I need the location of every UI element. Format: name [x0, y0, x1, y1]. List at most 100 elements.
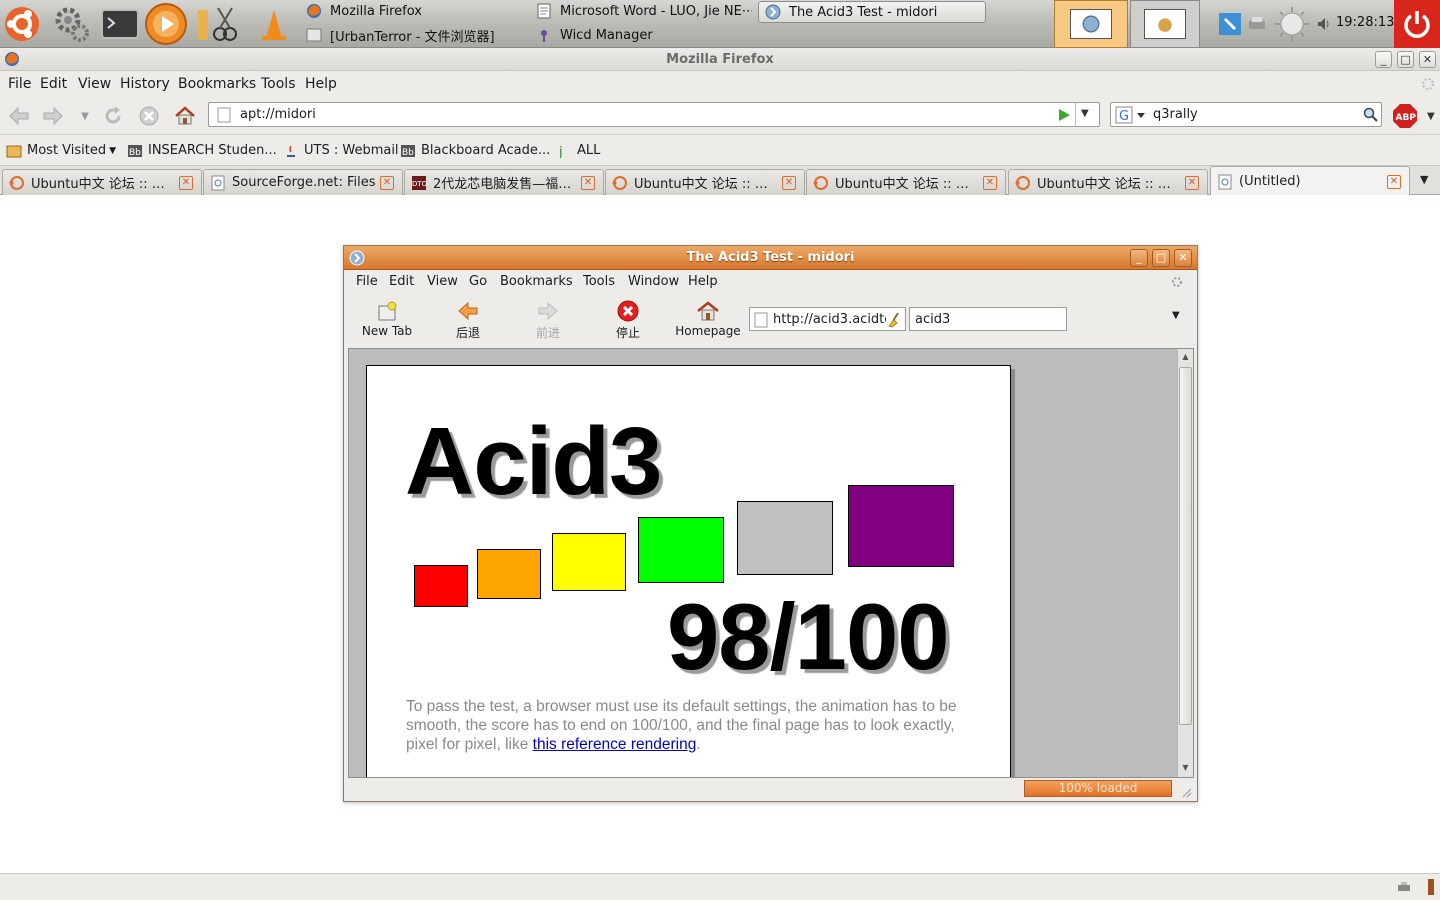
scroll-up-icon[interactable]: ▲ — [1179, 350, 1192, 363]
menu-file[interactable]: File — [356, 274, 378, 289]
network-icon[interactable] — [1212, 0, 1246, 48]
close-tab-icon[interactable]: ✕ — [179, 175, 193, 190]
tab-ubuntu-search[interactable]: Ubuntu中文 论坛 :: 搜索 ✕ — [2, 169, 202, 195]
menu-help[interactable]: Help — [305, 76, 337, 92]
task-firefox[interactable]: Mozilla Firefox — [300, 0, 530, 22]
java-icon — [287, 145, 295, 157]
menu-tools[interactable]: Tools — [261, 76, 296, 92]
tab-ubuntu-read-2[interactable]: Ubuntu中文 论坛 :: 阅读⋯ ✕ — [806, 169, 1006, 195]
menu-go[interactable]: Go — [469, 274, 487, 289]
toolbar-overflow-icon[interactable]: ▼ — [1172, 310, 1180, 321]
tab-sourceforge[interactable]: SourceForge.net: Files ✕ — [203, 169, 403, 195]
close-tab-icon[interactable]: ✕ — [380, 175, 394, 190]
reload-icon[interactable] — [100, 103, 126, 129]
stop-icon[interactable] — [136, 103, 162, 129]
workspace-1[interactable] — [1054, 0, 1128, 48]
history-dropdown-icon[interactable]: ▼ — [72, 103, 98, 129]
printer-icon[interactable] — [1246, 0, 1268, 48]
close-button[interactable]: ✕ — [1174, 249, 1192, 267]
midori-search-bar[interactable]: acid3 — [909, 307, 1067, 331]
workspace-2[interactable] — [1130, 0, 1200, 48]
maximize-button[interactable]: □ — [1152, 249, 1170, 267]
midori-url-bar[interactable]: http://acid3.acidtests.org/ — [749, 307, 906, 331]
system-settings-icon[interactable] — [50, 2, 94, 46]
search-icon[interactable] — [1363, 107, 1379, 123]
back-arrow-icon — [458, 301, 478, 321]
shutdown-icon[interactable] — [1394, 0, 1440, 48]
home-icon[interactable] — [172, 103, 198, 129]
stop-button[interactable]: 停止 — [593, 300, 663, 341]
scroll-down-icon[interactable]: ▼ — [1179, 761, 1192, 774]
search-text[interactable]: acid3 — [915, 312, 950, 327]
url-bar[interactable]: apt://midori ▼ — [208, 102, 1100, 127]
close-tab-icon[interactable]: ✕ — [983, 175, 997, 190]
task-file-browser[interactable]: [UrbanTerror - 文件浏览器] — [300, 24, 530, 46]
clock[interactable]: 19:28:13 — [1336, 15, 1394, 30]
brightness-icon[interactable] — [1270, 0, 1314, 48]
menu-tools[interactable]: Tools — [583, 274, 615, 289]
media-player-icon[interactable] — [144, 2, 188, 46]
homepage-button[interactable]: Homepage — [673, 300, 743, 338]
new-tab-button[interactable]: New Tab — [352, 300, 422, 338]
menu-help[interactable]: Help — [688, 274, 718, 289]
tab-list-dropdown-icon[interactable]: ▼ — [1420, 173, 1428, 186]
minimize-button[interactable]: _ — [1130, 249, 1148, 267]
adblock-dropdown-icon[interactable]: ▼ — [1427, 111, 1435, 122]
midori-web-view[interactable]: Acid3 98/100 To pass the test, a browser… — [348, 348, 1194, 778]
minimize-button[interactable]: _ — [1375, 51, 1392, 68]
search-bar[interactable]: G q3rally — [1110, 102, 1382, 127]
bookmark-label: Blackboard Acade... — [421, 143, 551, 158]
close-tab-icon[interactable]: ✕ — [1185, 175, 1199, 190]
vlc-icon[interactable] — [252, 2, 296, 46]
ubuntu-menu-icon[interactable] — [0, 2, 44, 46]
tab-untitled[interactable]: (Untitled) ✕ — [1210, 166, 1410, 196]
menu-bookmarks[interactable]: Bookmarks — [500, 274, 573, 289]
scrollbar-thumb[interactable] — [1179, 367, 1192, 725]
accessories-icon[interactable] — [194, 2, 238, 46]
svg-text:DTO: DTO — [412, 180, 427, 188]
reference-rendering-link[interactable]: this reference rendering — [533, 736, 697, 753]
tab-ubuntu-read-3[interactable]: Ubuntu中文 论坛 :: 阅读⋯ ✕ — [1008, 169, 1208, 195]
resize-grip-icon[interactable] — [1180, 786, 1192, 798]
back-button[interactable]: 后退 — [433, 300, 503, 341]
menu-view[interactable]: View — [78, 76, 111, 92]
back-icon[interactable] — [6, 103, 32, 129]
close-tab-icon[interactable]: ✕ — [581, 175, 595, 190]
wicd-icon — [541, 30, 547, 42]
menu-window[interactable]: Window — [628, 274, 679, 289]
menu-edit[interactable]: Edit — [40, 76, 67, 92]
bookmark-all[interactable]: j ALL — [556, 143, 600, 158]
maximize-button[interactable]: □ — [1397, 51, 1414, 68]
forward-button[interactable]: 前进 — [513, 300, 583, 341]
menu-file[interactable]: File — [8, 76, 31, 92]
volume-icon[interactable] — [1314, 0, 1334, 48]
midori-toolbar: New Tab 后退 前进 停止 Homepage http://acid3.a… — [344, 294, 1197, 346]
menu-bookmarks[interactable]: Bookmarks — [178, 76, 256, 92]
terminal-icon[interactable] — [98, 2, 142, 46]
bookmark-uts-webmail[interactable]: UTS : Webmail — [283, 143, 399, 158]
tab-loongson[interactable]: DTO 2代龙芯电脑发售—福珑2F... ✕ — [404, 169, 604, 195]
forward-icon[interactable] — [40, 103, 66, 129]
bookmark-blackboard[interactable]: Bb Blackboard Acade... — [400, 143, 550, 158]
bookmark-most-visited[interactable]: Most Visited ▼ — [6, 143, 116, 158]
adblock-icon[interactable]: ABP — [1392, 103, 1418, 129]
task-midori[interactable]: The Acid3 Test - midori — [758, 1, 986, 23]
task-wicd[interactable]: Wicd Manager — [530, 24, 752, 46]
search-text[interactable]: q3rally — [1153, 107, 1198, 122]
task-word[interactable]: Microsoft Word - LUO, Jie NE⋯ — [530, 0, 752, 22]
vertical-scrollbar[interactable]: ▲ ▼ — [1177, 349, 1193, 777]
close-tab-icon[interactable]: ✕ — [1387, 174, 1401, 189]
menu-view[interactable]: View — [427, 274, 458, 289]
url-text[interactable]: apt://midori — [240, 107, 316, 122]
menu-edit[interactable]: Edit — [389, 274, 414, 289]
url-dropdown-icon[interactable]: ▼ — [1081, 108, 1089, 119]
bookmark-insearch[interactable]: Bb INSEARCH Studen... — [127, 143, 277, 158]
status-network-icon[interactable] — [1396, 881, 1414, 895]
menu-history[interactable]: History — [120, 76, 170, 92]
search-engine-icon[interactable]: G — [1115, 106, 1149, 124]
tab-ubuntu-read-1[interactable]: Ubuntu中文 论坛 :: 阅读⋯ ✕ — [605, 169, 805, 195]
close-button[interactable]: ✕ — [1419, 51, 1436, 68]
go-icon[interactable] — [1057, 108, 1071, 122]
clear-broom-icon[interactable] — [886, 311, 904, 329]
close-tab-icon[interactable]: ✕ — [782, 175, 796, 190]
